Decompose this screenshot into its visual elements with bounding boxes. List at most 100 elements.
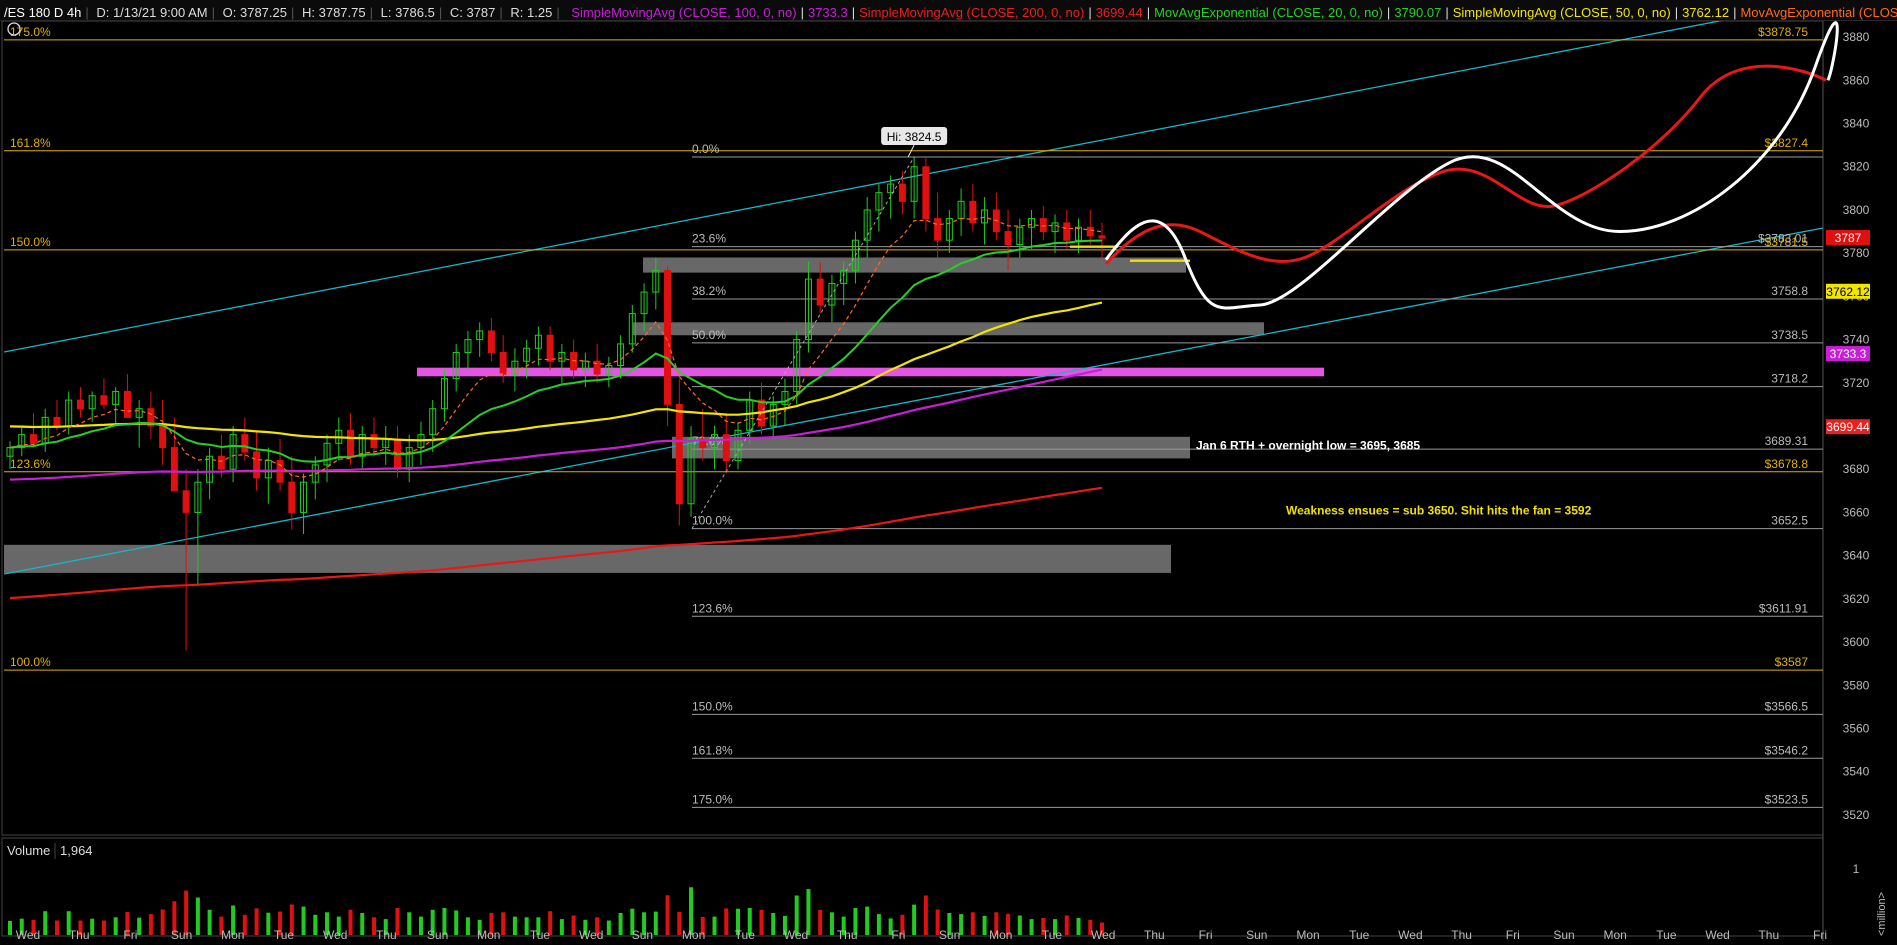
volume-bar <box>829 912 834 935</box>
x-tick-label: Fri <box>1813 928 1827 942</box>
volume-bar <box>407 912 412 935</box>
candle-body <box>1039 218 1047 233</box>
x-tick-label: Wed <box>784 928 808 942</box>
price-chart[interactable]: 3520354035603580360036203640366036803700… <box>0 21 1897 945</box>
volume-bar <box>454 910 459 935</box>
x-tick-label: Wed <box>1398 928 1422 942</box>
candle-body <box>170 447 178 492</box>
volume-bar <box>43 911 48 935</box>
fib-percent-label: 23.6% <box>692 232 726 246</box>
candle-body <box>182 490 190 513</box>
study-label[interactable]: MovAvgExponential (CLOSE, 20, 0, no) <box>1150 2 1387 20</box>
candle-body <box>159 425 167 449</box>
study-label[interactable]: SimpleMovingAvg (CLOSE, 100, 0, no) <box>567 2 800 20</box>
fib-price-label: 3738.5 <box>1771 328 1808 342</box>
candle-body <box>370 434 378 449</box>
bar-high: H: 3787.75 <box>302 5 366 20</box>
channel-upper-line <box>3 21 1723 353</box>
fib-percent-label: 100.0% <box>692 514 733 528</box>
study-label[interactable]: MovAvgExponential (CLOSE, 8... <box>1736 2 1897 20</box>
fib-percent-label: 161.8% <box>692 743 733 757</box>
x-tick-label: Tue <box>1042 928 1063 942</box>
volume-bar <box>606 920 611 935</box>
x-tick-label: Sun <box>939 928 960 942</box>
y-tick-label: 3660 <box>1843 505 1870 519</box>
volume-bar <box>759 909 764 935</box>
volume-bar <box>559 919 564 935</box>
candle-body <box>29 434 37 444</box>
volume-bar <box>524 917 529 935</box>
support-zone <box>4 544 1171 573</box>
volume-bar <box>653 911 658 935</box>
x-tick-label: Sun <box>1246 928 1267 942</box>
x-tick-label: Tue <box>1349 928 1370 942</box>
support-zone <box>417 367 1324 377</box>
volume-bar <box>207 909 212 935</box>
volume-bar <box>313 914 318 935</box>
volume-bar <box>360 913 365 935</box>
y-tick-label: 3560 <box>1843 721 1870 735</box>
volume-bar <box>1017 915 1022 935</box>
x-tick-label: Fri <box>1506 928 1520 942</box>
volume-bar <box>571 915 576 935</box>
x-tick-label: Thu <box>837 928 858 942</box>
volume-bar <box>970 912 975 935</box>
annotation-text: Weakness ensues = sub 3650. Shit hits th… <box>1286 503 1592 517</box>
x-tick-label: Mon <box>221 928 244 942</box>
fib-price-label: $3878.75 <box>1758 25 1808 39</box>
y-tick-label: 3640 <box>1843 549 1870 563</box>
projection-red-path <box>1104 64 1827 265</box>
x-tick-label: Mon <box>682 928 705 942</box>
y-tick-label: 3880 <box>1843 30 1870 44</box>
x-tick-label: Thu <box>376 928 397 942</box>
candle-body <box>934 218 942 241</box>
sma-200-line <box>9 486 1103 600</box>
x-tick-label: Wed <box>1705 928 1729 942</box>
bar-range: R: 1.25 <box>510 5 553 20</box>
fib-percent-label: 50.0% <box>692 328 726 342</box>
study-label[interactable]: SimpleMovingAvg (CLOSE, 200, 0, no) <box>855 2 1088 20</box>
x-tick-label: Thu <box>69 928 90 942</box>
fib-percent-label: 150.0% <box>10 235 51 249</box>
volume-bar <box>113 917 118 935</box>
y-tick-label: 3720 <box>1843 376 1870 390</box>
fib-percent-label: 38.2% <box>692 284 726 298</box>
volume-bar <box>301 906 306 935</box>
x-tick-label: Tue <box>530 928 551 942</box>
volume-bar <box>266 912 271 935</box>
volume-bar <box>724 908 729 935</box>
fib-price-label: $3546.2 <box>1765 743 1809 757</box>
fib-percent-label: 100.0% <box>10 655 51 669</box>
candle-body <box>100 395 108 405</box>
x-tick-label: Tue <box>735 928 756 942</box>
volume-bar <box>665 895 670 935</box>
symbol-label[interactable]: /ES 180 D 4h <box>0 2 85 20</box>
x-tick-label: Mon <box>477 928 500 942</box>
ma-value-badge: 3762.12 <box>1826 285 1870 299</box>
fib-price-label: 3758.8 <box>1771 284 1808 298</box>
support-zone <box>643 257 1186 273</box>
fib-percent-label: 123.6% <box>10 457 51 471</box>
candle-body <box>499 352 507 375</box>
volume-bar <box>195 897 200 935</box>
study-value: 3699.44 <box>1095 5 1143 20</box>
candle-body <box>922 166 930 220</box>
candle-body <box>898 183 906 202</box>
chart-header-bar: /ES 180 D 4h | D: 1/13/21 9:00 AM | O: 378… <box>0 0 1897 21</box>
x-tick-label: Tue <box>1656 928 1677 942</box>
study-label[interactable]: SimpleMovingAvg (CLOSE, 50, 0, no) <box>1449 2 1675 20</box>
current-price-badge: 3787 <box>1835 231 1862 245</box>
y-tick-label: 3740 <box>1843 333 1870 347</box>
y-tick-label: 3620 <box>1843 592 1870 606</box>
x-tick-label: Thu <box>1758 928 1779 942</box>
fib-price-label: $3566.5 <box>1765 699 1809 713</box>
volume-axis-unit: <million> <box>1876 892 1888 936</box>
fib-price-label: 3689.31 <box>1765 434 1809 448</box>
candle-body <box>76 399 84 410</box>
bar-date: D: 1/13/21 9:00 AM <box>96 5 208 20</box>
y-tick-label: 3580 <box>1843 678 1870 692</box>
y-tick-label: 3680 <box>1843 462 1870 476</box>
x-tick-label: Mon <box>1604 928 1627 942</box>
fib-percent-label: 0.0% <box>692 142 720 156</box>
volume-bar <box>137 917 142 935</box>
